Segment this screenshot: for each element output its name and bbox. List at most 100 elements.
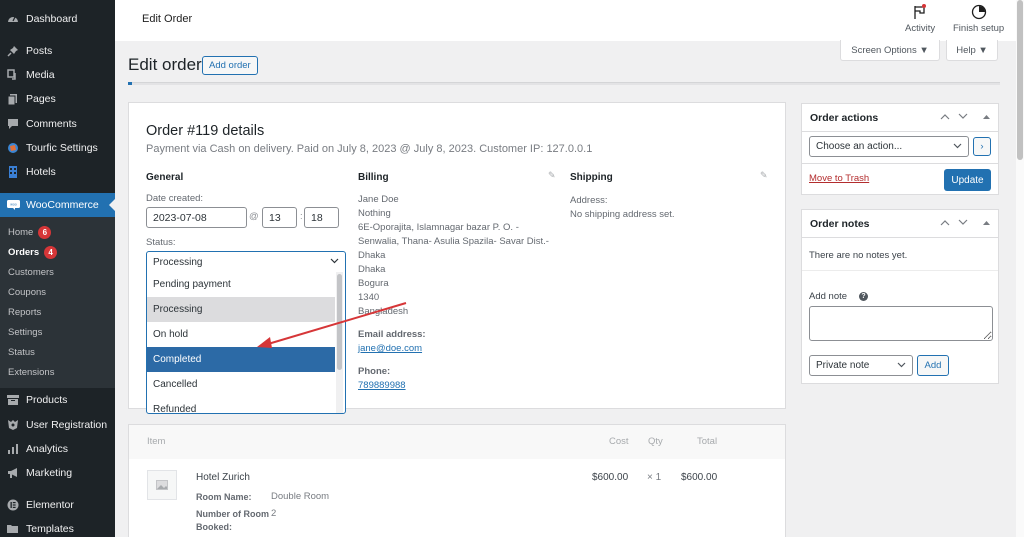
sidebar-item-media[interactable]: Media <box>0 63 115 87</box>
shipping-address-value: No shipping address set. <box>570 209 675 220</box>
status-option-on-hold[interactable]: On hold <box>147 322 335 347</box>
sidebar-item-marketing[interactable]: Marketing <box>0 461 115 485</box>
submenu-status[interactable]: Status <box>8 344 35 360</box>
sidebar-item-user-registration[interactable]: User Registration <box>0 413 115 437</box>
phone-link[interactable]: 789889988 <box>358 380 406 391</box>
sidebar-item-label: Tourfic Settings <box>26 142 98 154</box>
sidebar-item-products[interactable]: Products <box>0 388 115 412</box>
count-badge: 4 <box>44 245 58 259</box>
status-option-cancelled[interactable]: Cancelled <box>147 372 335 397</box>
help-tip-icon[interactable]: ? <box>859 292 868 301</box>
activity-button[interactable]: Activity <box>905 4 935 34</box>
status-label: Status: <box>146 237 176 248</box>
order-notes-box: Order notes There are no notes yet. Add … <box>801 209 999 384</box>
item-meta-value: Double Room <box>271 491 330 502</box>
add-order-button[interactable]: Add order <box>202 56 258 75</box>
edit-billing-pencil-icon[interactable]: ✎ <box>548 170 556 181</box>
status-select-open[interactable]: Processing Pending payment Processing On… <box>146 251 346 414</box>
chevron-down-icon <box>330 256 339 266</box>
order-notes-header: Order notes <box>802 210 998 238</box>
item-qty: × 1 <box>647 472 662 483</box>
order-action-select[interactable]: Choose an action... <box>809 136 969 157</box>
apply-action-button[interactable]: › <box>973 137 991 156</box>
page-scroll-thumb[interactable] <box>1017 0 1023 160</box>
help-button[interactable]: Help ▼ <box>946 40 998 61</box>
page-scrollbar[interactable] <box>1016 0 1024 537</box>
sidebar-item-label: Pages <box>26 93 56 105</box>
order-items-panel: Item Cost Qty Total Hotel Zurich Room Na… <box>128 424 786 537</box>
sidebar-item-label: Products <box>26 394 68 406</box>
billing-heading: Billing <box>358 172 389 183</box>
billing-address-line: 1340 <box>358 292 380 303</box>
email-label: Email address: <box>358 329 426 340</box>
folder-icon <box>6 522 20 536</box>
submenu-settings[interactable]: Settings <box>8 324 42 340</box>
edit-shipping-pencil-icon[interactable]: ✎ <box>760 170 768 181</box>
status-option-processing[interactable]: Processing <box>147 297 335 322</box>
date-created-label: Date created: <box>146 193 204 204</box>
order-action-select-value: Choose an action... <box>816 141 903 152</box>
sidebar-item-elementor[interactable]: Elementor <box>0 493 115 517</box>
shipping-address-label: Address: <box>570 195 608 206</box>
screen-options-button[interactable]: Screen Options ▼ <box>840 40 940 61</box>
chevron-down-icon <box>953 142 962 151</box>
sidebar-item-tourfic-settings[interactable]: Tourfic Settings <box>0 136 115 160</box>
activity-label: Activity <box>905 23 936 34</box>
megaphone-icon <box>6 466 20 480</box>
status-select-value[interactable]: Processing <box>147 252 345 272</box>
submenu-extensions[interactable]: Extensions <box>8 364 54 380</box>
collapse-toggle-icon[interactable] <box>983 112 990 122</box>
sidebar-item-posts[interactable]: Posts <box>0 39 115 63</box>
email-link[interactable]: jane@doe.com <box>358 343 422 354</box>
submenu-reports[interactable]: Reports <box>8 304 41 320</box>
status-option-pending-payment[interactable]: Pending payment <box>147 272 335 297</box>
sidebar-item-label: Templates <box>26 523 74 535</box>
chevron-down-icon <box>897 361 906 370</box>
submenu-orders[interactable]: Orders 4 <box>8 244 58 260</box>
media-icon <box>6 68 20 82</box>
minute-input[interactable]: 18 <box>304 207 339 228</box>
update-button[interactable]: Update <box>944 169 991 191</box>
collapse-toggle-icon[interactable] <box>983 218 990 228</box>
admin-sidebar: Dashboard Posts Media Pages Comments Tou… <box>0 0 115 537</box>
add-note-textarea[interactable] <box>809 306 993 341</box>
status-option-refunded[interactable]: Refunded <box>147 397 335 413</box>
sidebar-item-label: Elementor <box>26 499 74 511</box>
sidebar-item-dashboard[interactable]: Dashboard <box>0 7 115 31</box>
add-note-button[interactable]: Add <box>917 355 949 376</box>
dropdown-scroll-thumb[interactable] <box>337 274 342 370</box>
current-menu-pointer <box>109 199 115 211</box>
sidebar-item-pages[interactable]: Pages <box>0 87 115 111</box>
billing-address-line: Jane Doe <box>358 194 399 205</box>
user-registration-icon <box>6 418 20 432</box>
sidebar-item-comments[interactable]: Comments <box>0 112 115 136</box>
move-up-icon[interactable] <box>940 112 950 122</box>
submenu-home[interactable]: Home 6 <box>8 224 52 240</box>
sidebar-item-templates[interactable]: Templates <box>0 517 115 537</box>
page-title: Edit order <box>128 55 202 74</box>
move-up-icon[interactable] <box>940 218 950 228</box>
col-qty: Qty <box>648 436 663 447</box>
move-to-trash-link[interactable]: Move to Trash <box>809 173 869 184</box>
note-type-select[interactable]: Private note <box>809 355 913 376</box>
billing-address-line: Bogura <box>358 278 389 289</box>
flag-icon <box>914 4 927 19</box>
date-created-input[interactable]: 2023-07-08 <box>146 207 247 228</box>
general-heading: General <box>146 172 184 183</box>
dropdown-scrollbar[interactable] <box>336 272 343 413</box>
status-option-completed[interactable]: Completed <box>147 347 335 372</box>
pages-icon <box>6 92 20 106</box>
sidebar-item-analytics[interactable]: Analytics <box>0 437 115 461</box>
move-down-icon[interactable] <box>958 112 968 122</box>
sidebar-item-label: WooCommerce <box>26 199 99 211</box>
sidebar-item-hotels[interactable]: Hotels <box>0 160 115 184</box>
sidebar-item-woocommerce[interactable]: woo WooCommerce <box>0 193 115 217</box>
hour-input[interactable]: 13 <box>262 207 297 228</box>
item-name: Hotel Zurich <box>196 472 250 483</box>
col-item: Item <box>147 436 166 447</box>
submenu-customers[interactable]: Customers <box>8 264 54 280</box>
billing-address-line: 6E-Oporajita, Islamnagar bazar P. O. - <box>358 222 519 233</box>
finish-setup-button[interactable]: Finish setup <box>953 4 1004 34</box>
move-down-icon[interactable] <box>958 218 968 228</box>
submenu-coupons[interactable]: Coupons <box>8 284 46 300</box>
